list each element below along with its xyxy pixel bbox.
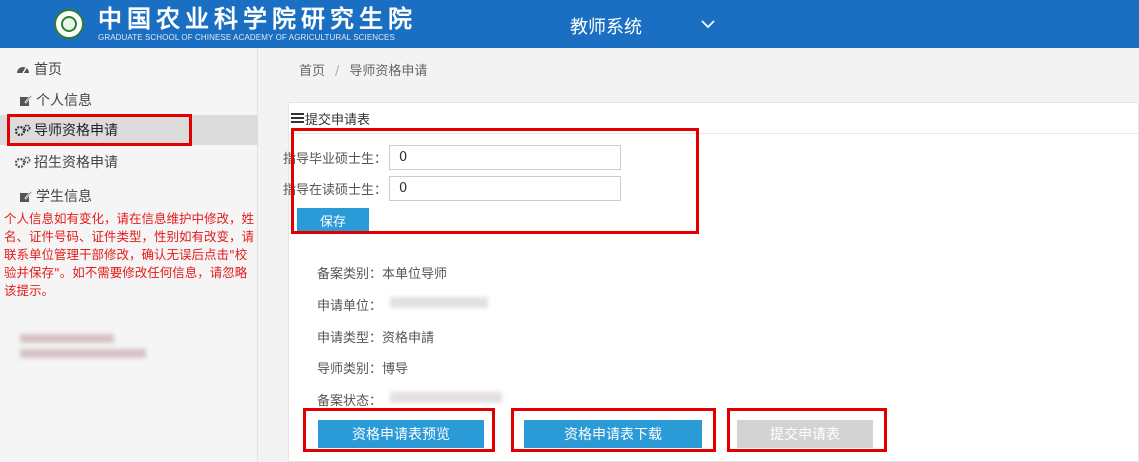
- sidebar-item-label: 招生资格申请: [34, 155, 118, 171]
- graduated-students-row: 指导毕业硕士生： 0: [283, 145, 622, 170]
- graduated-students-input[interactable]: 0: [389, 145, 622, 170]
- enrolled-students-row: 指导在读硕士生： 0: [283, 176, 622, 201]
- breadcrumb: 首页 / 导师资格申请: [299, 60, 427, 79]
- sidebar-item-label: 个人信息: [36, 93, 92, 109]
- submit-application-button[interactable]: 提交申请表: [737, 420, 873, 448]
- sidebar-item-home[interactable]: 首页: [0, 54, 258, 84]
- chevron-down-icon[interactable]: [700, 17, 716, 31]
- sidebar-item-label: 首页: [34, 62, 62, 78]
- brand-name-en: GRADUATE SCHOOL OF CHINESE ACADEMY OF AG…: [98, 33, 395, 42]
- edit-icon: [17, 92, 33, 108]
- panel-title: 提交申请表: [305, 112, 371, 128]
- redacted-text: [390, 392, 502, 403]
- apply-unit-text: 申请单位：: [317, 295, 382, 314]
- save-button[interactable]: 保存: [297, 208, 369, 232]
- gears-icon: [15, 154, 31, 170]
- list-icon: [291, 113, 304, 123]
- enrolled-students-label: 指导在读硕士生：: [283, 183, 388, 198]
- record-type-text: 备案类别：本单位导师: [317, 267, 448, 282]
- sidebar-item-label: 学生信息: [36, 189, 92, 205]
- brand-name-cn: 中国农业科学院研究生院: [98, 4, 417, 33]
- apply-type-text: 申请类型：资格申請: [317, 331, 435, 346]
- sidebar-item-label: 导师资格申请: [34, 123, 118, 139]
- sidebar-item-student-info[interactable]: 学生信息: [0, 181, 258, 211]
- record-status-text: 备案状态：: [317, 390, 382, 409]
- record-status-label: 备案状态：: [317, 394, 383, 409]
- graduated-students-label: 指导毕业硕士生：: [283, 152, 388, 167]
- redacted-text: [20, 334, 114, 343]
- tutor-type-text: 导师类别：博导: [317, 362, 409, 377]
- system-switcher-label[interactable]: 教师系统: [570, 13, 642, 39]
- info-notice: 个人信息如有变化，请在信息维护中修改，姓名、证件号码、证件类型，性别如有改变，请…: [4, 211, 255, 298]
- edit-icon: [17, 188, 33, 204]
- gears-icon: [15, 122, 31, 138]
- sidebar-item-personal-info[interactable]: 个人信息: [0, 85, 258, 115]
- enrolled-students-input[interactable]: 0: [389, 176, 622, 201]
- academy-logo: [54, 9, 84, 39]
- breadcrumb-home[interactable]: 首页: [299, 64, 325, 79]
- top-header: 中国农业科学院研究生院 GRADUATE SCHOOL OF CHINESE A…: [0, 0, 1139, 48]
- apply-unit-label: 申请单位：: [317, 299, 383, 314]
- download-application-button[interactable]: 资格申请表下载: [524, 420, 702, 448]
- dashboard-icon: [15, 61, 31, 77]
- sidebar-item-tutor-qualification[interactable]: 导师资格申请: [0, 115, 258, 145]
- breadcrumb-current: 导师资格申请: [349, 64, 428, 79]
- panel-header: 提交申请表: [289, 103, 1139, 134]
- sidebar-item-enrollment-qualification[interactable]: 招生资格申请: [0, 147, 258, 177]
- breadcrumb-separator: /: [335, 64, 340, 79]
- preview-application-button[interactable]: 资格申请表预览: [318, 420, 484, 448]
- redacted-text: [20, 349, 146, 358]
- sidebar: 首页 个人信息 导师资格申请 招生资格申请 学生信息 个人信息如有变化，请在信息…: [0, 48, 258, 462]
- redacted-text: [390, 297, 488, 308]
